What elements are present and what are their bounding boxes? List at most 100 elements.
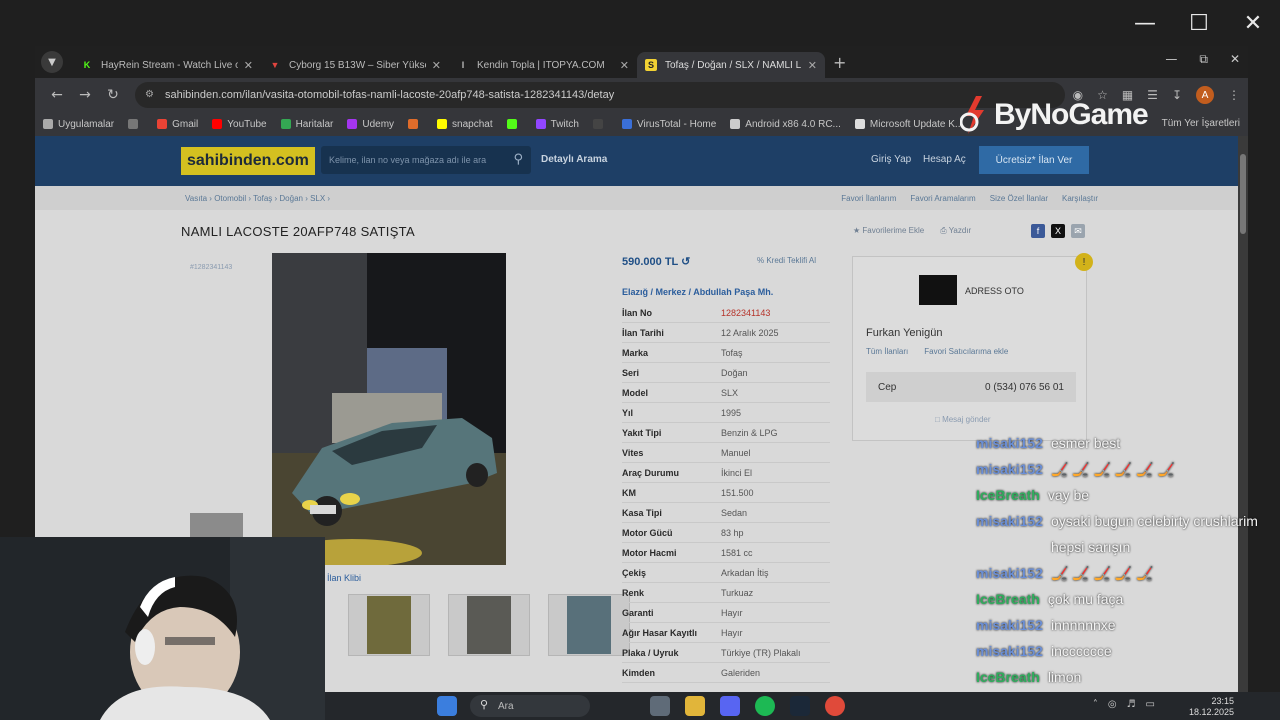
file-explorer-icon[interactable]	[685, 696, 705, 716]
search-icon[interactable]: ⚲	[513, 152, 523, 167]
reload-icon[interactable]: ↻	[99, 87, 127, 103]
chat-username[interactable]: misaki152	[976, 560, 1043, 586]
steam-icon[interactable]	[790, 696, 810, 716]
bookmark-item[interactable]	[128, 119, 143, 129]
all-listings-link[interactable]: Tüm İlanları	[866, 347, 908, 356]
discord-icon[interactable]	[720, 696, 740, 716]
thumbnail[interactable]	[548, 594, 630, 656]
close-icon[interactable]: ✕	[1230, 52, 1240, 67]
tab-cyborg[interactable]: ▼ Cyborg 15 B13W – Siber Yükseç ✕	[261, 52, 449, 78]
chat-username[interactable]: misaki152	[976, 456, 1043, 482]
spotify-icon[interactable]	[755, 696, 775, 716]
email-icon[interactable]: ✉	[1071, 224, 1085, 238]
favorite-searches-link[interactable]: Favori Aramalarım	[910, 194, 975, 203]
favorite-seller-link[interactable]: Favori Satıcılarıma ekle	[924, 347, 1008, 356]
favorite-listings-link[interactable]: Favori İlanlarım	[841, 194, 896, 203]
bookmark-item[interactable]: Twitch	[535, 119, 579, 130]
tab-search-icon[interactable]: ▼	[41, 51, 63, 73]
add-favorite-link[interactable]: ★ Favorilerime Ekle	[853, 226, 924, 236]
listing-title: NAMLI LACOSTE 20AFP748 SATIŞTA	[181, 224, 415, 239]
bookmark-item[interactable]: VirusTotal - Home	[621, 119, 716, 130]
thumbnail[interactable]	[348, 594, 430, 656]
spec-label: Marka	[622, 347, 649, 358]
wifi-icon[interactable]: ◎	[1108, 699, 1117, 710]
listing-location[interactable]: Elazığ / Merkez / Abdullah Paşa Mh.	[622, 287, 773, 297]
profile-avatar[interactable]: A	[1196, 86, 1214, 104]
store-name[interactable]: ADRESS OTO	[965, 286, 1024, 296]
download-icon[interactable]: ↧	[1172, 88, 1182, 102]
volume-icon[interactable]: ♬	[1127, 699, 1136, 710]
tab-close-icon[interactable]: ✕	[244, 59, 253, 72]
tab-sahibinden[interactable]: S Tofaş / Doğan / SLX / NAMLI L ✕	[637, 52, 825, 78]
chat-username[interactable]: IceBreath	[976, 586, 1040, 612]
tab-close-icon[interactable]: ✕	[620, 59, 629, 72]
bookmark-item[interactable]: Haritalar	[280, 119, 333, 130]
tab-hayrein[interactable]: K HayRein Stream - Watch Live o ✕	[73, 52, 261, 78]
forward-icon[interactable]: →	[71, 87, 99, 103]
start-icon[interactable]	[437, 696, 457, 716]
new-tab-button[interactable]: +	[833, 53, 846, 72]
close-icon[interactable]: ✕	[1226, 0, 1280, 46]
print-link[interactable]: ⎙ Yazdır	[940, 226, 971, 236]
taskbar-clock[interactable]: 23:15 18.12.2025	[1189, 696, 1234, 718]
breadcrumb[interactable]: Vasıta › Otomobil › Tofaş › Doğan › SLX …	[185, 194, 330, 203]
bookmark-item[interactable]: Uygulamalar	[43, 119, 114, 130]
bookmark-item[interactable]: YouTube	[212, 119, 267, 130]
bookmark-item[interactable]: Gmail	[157, 119, 198, 130]
login-link[interactable]: Giriş Yap	[871, 154, 911, 165]
credit-offer-link[interactable]: % Kredi Teklifi Al	[757, 256, 816, 265]
bookmark-item[interactable]: snapchat	[437, 119, 493, 130]
bookmark-item[interactable]	[592, 119, 608, 129]
x-icon[interactable]: X	[1051, 224, 1065, 238]
all-bookmarks-link[interactable]: Tüm Yer İşaretleri	[1155, 118, 1240, 129]
chrome-icon[interactable]	[825, 696, 845, 716]
thumbnail[interactable]	[448, 594, 530, 656]
phone-number[interactable]: 0 (534) 076 56 01	[985, 382, 1064, 393]
reading-list-icon[interactable]: ☰	[1147, 88, 1158, 102]
bookmark-item[interactable]	[506, 119, 522, 129]
chat-text: 🏒 🏒 🏒 🏒 🏒	[1050, 565, 1154, 581]
chat-username[interactable]: misaki152	[976, 638, 1043, 664]
listing-clip-link[interactable]: İlan Klibi	[327, 573, 361, 583]
signup-link[interactable]: Hesap Aç	[923, 154, 966, 165]
chat-username[interactable]: misaki152	[976, 430, 1043, 456]
address-bar[interactable]: ⚙ sahibinden.com/ilan/vasita-otomobil-to…	[135, 82, 1065, 108]
scrollbar-thumb[interactable]	[1240, 154, 1246, 234]
chat-username[interactable]: IceBreath	[976, 664, 1040, 690]
minimize-icon[interactable]: —	[1118, 0, 1172, 46]
chat-username[interactable]: misaki152	[976, 508, 1043, 560]
maximize-icon[interactable]: ☐	[1172, 0, 1226, 46]
spec-label: Yıl	[622, 407, 634, 418]
site-info-icon[interactable]: ⚙	[145, 89, 157, 101]
menu-icon[interactable]: ⋮	[1228, 88, 1240, 102]
post-ad-button[interactable]: Ücretsiz* İlan Ver	[979, 146, 1089, 174]
chat-username[interactable]: misaki152	[976, 612, 1043, 638]
send-message-link[interactable]: □ Mesaj gönder	[935, 415, 991, 424]
bookmark-item[interactable]: Microsoft Update K...	[854, 119, 963, 130]
back-icon[interactable]: ←	[43, 87, 71, 103]
tab-itopya[interactable]: I Kendin Topla | ITOPYA.COM ✕	[449, 52, 637, 78]
main-photo[interactable]	[272, 253, 506, 565]
tray-chevron-icon[interactable]: ˄	[1093, 699, 1098, 710]
taskbar-search[interactable]: ⚲ Ara	[470, 695, 590, 717]
chat-username[interactable]: IceBreath	[976, 482, 1040, 508]
bookmark-item[interactable]	[408, 119, 423, 129]
tab-close-icon[interactable]: ✕	[808, 59, 817, 72]
special-listings-link[interactable]: Size Özel İlanlar	[990, 194, 1048, 203]
spec-value: Doğan	[721, 367, 748, 378]
site-logo[interactable]: sahibinden.com	[181, 147, 315, 175]
task-view-icon[interactable]	[650, 696, 670, 716]
battery-icon[interactable]: ▭	[1146, 699, 1155, 710]
advanced-search-link[interactable]: Detaylı Arama	[541, 154, 607, 165]
restore-icon[interactable]: ⧉	[1199, 52, 1208, 67]
tab-close-icon[interactable]: ✕	[432, 59, 441, 72]
bookmark-item[interactable]: Android x86 4.0 RC...	[730, 119, 841, 130]
facebook-icon[interactable]: f	[1031, 224, 1045, 238]
warning-icon[interactable]: !	[1075, 253, 1093, 271]
site-search-input[interactable]: Kelime, ilan no veya mağaza adı ile ara …	[321, 146, 531, 174]
bookmark-item[interactable]: Udemy	[347, 119, 394, 130]
compare-link[interactable]: Karşılaştır	[1062, 194, 1098, 203]
price-history-icon[interactable]: ↺	[681, 256, 690, 268]
minimize-icon[interactable]: —	[1165, 52, 1177, 67]
store-logo[interactable]	[919, 275, 957, 305]
